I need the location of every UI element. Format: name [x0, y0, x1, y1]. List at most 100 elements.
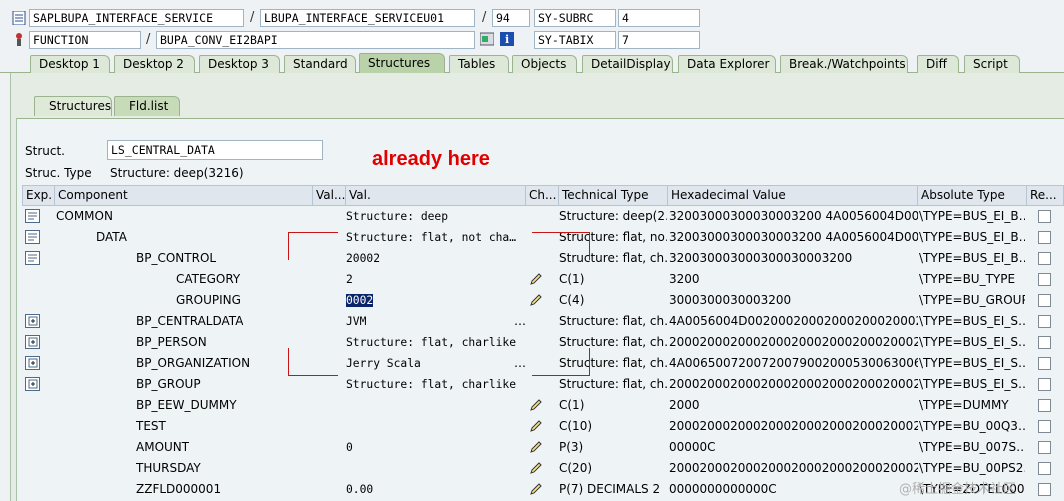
separator: / [250, 10, 255, 25]
absolute-type-cell: \TYPE=BUS_EI_S… [919, 314, 1025, 328]
technical-type-cell: Structure: deep(2… [559, 209, 667, 223]
value-cell[interactable]: 0 [346, 437, 353, 458]
struct-label: Struct. [25, 144, 65, 158]
subtab-structures[interactable]: Structures [34, 96, 112, 116]
hex-value-cell: 320030003000300030003200 [669, 251, 853, 265]
value-cell[interactable]: Structure: deep [346, 206, 448, 227]
ref-checkbox[interactable] [1038, 462, 1051, 475]
var1-value-field[interactable]: 4 [618, 9, 700, 27]
value-cell[interactable]: Structure: flat, charlike [346, 332, 516, 353]
tab-script[interactable]: Script [964, 55, 1020, 74]
ref-checkbox[interactable] [1038, 315, 1051, 328]
program-field[interactable]: SAPLBUPA_INTERFACE_SERVICE [29, 9, 244, 27]
ref-checkbox[interactable] [1038, 441, 1051, 454]
col-header-technical-type[interactable]: Technical Type [559, 185, 668, 206]
col-header-val-dots[interactable]: Val... [313, 185, 346, 206]
absolute-type-cell: \TYPE=BU_GROUP [919, 293, 1025, 307]
table-row[interactable]: BP_ORGANIZATION Jerry Scala … Structure: fl… [22, 353, 1064, 374]
ref-checkbox[interactable] [1038, 252, 1051, 265]
value-cell[interactable]: 2 [346, 269, 353, 290]
event-name-field[interactable]: BUPA_CONV_EI2BAPI [156, 31, 475, 49]
ref-checkbox[interactable] [1038, 273, 1051, 286]
ref-checkbox[interactable] [1038, 357, 1051, 370]
table-row[interactable]: GROUPING 0002 C(4) 3000300030003200 \TYPE=BU… [22, 290, 1064, 311]
collapse-icon[interactable] [25, 209, 40, 223]
hex-value-cell: 2000 [669, 398, 700, 412]
info-icon[interactable]: i [500, 32, 514, 46]
source-icon[interactable] [479, 32, 495, 46]
struct-type-label: Struc. Type [25, 166, 92, 180]
technical-type-cell: P(3) [559, 440, 584, 454]
tab-diff[interactable]: Diff [917, 55, 959, 74]
tab-objects[interactable]: Objects [512, 55, 577, 74]
component-cell: BP_PERSON [136, 335, 207, 349]
tab-watchpoints[interactable]: Break./Watchpoints [780, 55, 908, 74]
expand-icon[interactable] [25, 377, 40, 391]
ellipsis-marker: … [514, 314, 526, 328]
expand-icon[interactable] [25, 335, 40, 349]
col-header-absolute-type[interactable]: Absolute Type [918, 185, 1027, 206]
tab-desktop-2[interactable]: Desktop 2 [114, 55, 195, 74]
hex-value-cell: 4A0056004D002000200020002000200020… [669, 314, 918, 328]
ref-checkbox[interactable] [1038, 294, 1051, 307]
line-field[interactable]: 94 [492, 9, 530, 27]
table-row[interactable]: DATA Structure: flat, not cha… Structure: … [22, 227, 1064, 248]
table-row[interactable]: COMMON Structure: deep Structure: deep(2… 3… [22, 206, 1064, 227]
tab-data-explorer[interactable]: Data Explorer [678, 55, 776, 74]
ref-checkbox[interactable] [1038, 231, 1051, 244]
col-header-change[interactable]: Ch... [526, 185, 559, 206]
table-row[interactable]: BP_EEW_DUMMY C(1) 2000 \TYPE=DUMMY [22, 395, 1064, 416]
var2-name-field[interactable]: SY-TABIX [534, 31, 616, 49]
table-row[interactable]: CATEGORY 2 C(1) 3200 \TYPE=BU_TYPE [22, 269, 1064, 290]
expand-icon[interactable] [25, 356, 40, 370]
tab-tables[interactable]: Tables [449, 55, 509, 74]
struct-input[interactable]: LS_CENTRAL_DATA [107, 140, 323, 160]
expand-icon[interactable] [25, 314, 40, 328]
include-field[interactable]: LBUPA_INTERFACE_SERVICEU01 [260, 9, 475, 27]
absolute-type-cell: \TYPE=BUS_EI_S… [919, 377, 1025, 391]
ref-checkbox[interactable] [1038, 399, 1051, 412]
ref-checkbox[interactable] [1038, 420, 1051, 433]
hex-value-cell: 0000000000000C [669, 482, 777, 496]
ref-checkbox[interactable] [1038, 210, 1051, 223]
table-row[interactable]: TEST C(10) 2000200020002000200020002000200… [22, 416, 1064, 437]
event-type-field[interactable]: FUNCTION [29, 31, 141, 49]
subtab-fld-list[interactable]: Fld.list [114, 96, 180, 116]
table-row[interactable]: BP_GROUP Structure: flat, charlike Structu… [22, 374, 1064, 395]
value-cell[interactable]: 0002 [346, 290, 374, 311]
table-row[interactable]: BP_CENTRALDATA JVM … Structure: flat, ch… 4A… [22, 311, 1064, 332]
value-cell[interactable]: Jerry Scala [346, 353, 421, 374]
table-row[interactable]: BP_PERSON Structure: flat, charlike Struct… [22, 332, 1064, 353]
tab-desktop-1[interactable]: Desktop 1 [30, 55, 110, 74]
col-header-exp[interactable]: Exp. [22, 185, 55, 206]
value-text: 0 [346, 441, 353, 454]
var2-value-field[interactable]: 7 [618, 31, 700, 49]
table-row[interactable]: THURSDAY C(20) 200020002000200020002000200… [22, 458, 1064, 479]
var1-name-field[interactable]: SY-SUBRC [534, 9, 616, 27]
table-row[interactable]: BP_CONTROL 20002 Structure: flat, ch… 32003… [22, 248, 1064, 269]
annotation-line [589, 348, 590, 376]
value-cell[interactable]: 0.00 [346, 479, 373, 500]
col-header-hex-value[interactable]: Hexadecimal Value [668, 185, 918, 206]
hex-value-cell: 20002000200020002000200020002000200… [669, 377, 918, 391]
col-header-val[interactable]: Val. [346, 185, 526, 206]
tab-structures[interactable]: Structures [359, 53, 445, 74]
tab-detaildisplay[interactable]: DetailDisplay [582, 55, 673, 74]
value-cell[interactable]: Structure: flat, not cha… [346, 227, 516, 248]
pencil-icon[interactable] [529, 482, 543, 501]
component-cell: BP_CONTROL [136, 251, 217, 265]
tab-desktop-3[interactable]: Desktop 3 [199, 55, 280, 74]
ref-checkbox[interactable] [1038, 336, 1051, 349]
col-header-component[interactable]: Component [55, 185, 313, 206]
col-header-ref[interactable]: Re... [1027, 185, 1064, 206]
annotation-line [288, 375, 338, 376]
value-cell[interactable]: Structure: flat, charlike [346, 374, 516, 395]
ref-checkbox[interactable] [1038, 378, 1051, 391]
collapse-icon[interactable] [25, 251, 40, 265]
table-row[interactable]: AMOUNT 0 P(3) 00000C \TYPE=BU_007S… [22, 437, 1064, 458]
value-cell[interactable]: 20002 [346, 248, 380, 269]
value-cell[interactable]: JVM [346, 311, 366, 332]
collapse-icon[interactable] [25, 230, 40, 244]
component-cell: THURSDAY [136, 461, 201, 475]
tab-standard[interactable]: Standard [284, 55, 356, 74]
